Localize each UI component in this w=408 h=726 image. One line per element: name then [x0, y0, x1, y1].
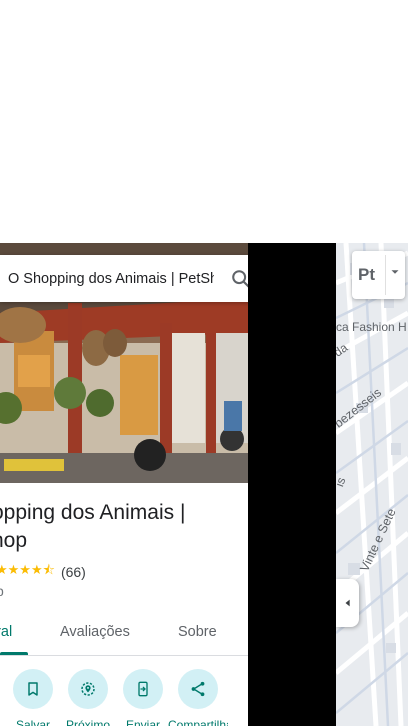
- star-rating-icon: ★★★★⯪: [0, 562, 55, 577]
- layers-label: Pt: [358, 265, 375, 284]
- place-title: opping dos Animais | hop: [0, 499, 232, 555]
- rating-row[interactable]: ★★★★⯪ (66): [0, 561, 86, 583]
- save-button[interactable]: Salvar: [3, 669, 63, 726]
- collapse-panel-button[interactable]: [336, 579, 359, 627]
- search-button[interactable]: [226, 264, 248, 294]
- save-button-circle: [13, 669, 53, 709]
- send-to-phone-button[interactable]: Enviar: [113, 669, 173, 726]
- search-icon: [232, 270, 248, 288]
- send-button-circle: [123, 669, 163, 709]
- panel-gap: [248, 243, 336, 726]
- search-box: [0, 255, 248, 302]
- nearby-button[interactable]: Próximo: [58, 669, 118, 726]
- place-tabs: eral Avaliações Sobre: [0, 619, 248, 656]
- tab-about[interactable]: Sobre: [178, 619, 217, 656]
- place-title-line-1: opping dos Animais |: [0, 501, 186, 524]
- place-panel: opping dos Animais | hop ★★★★⯪ (66) p er…: [0, 243, 248, 726]
- tab-overview-label: eral: [0, 624, 13, 640]
- nearby-icon: [81, 682, 95, 696]
- save-button-label: Salvar: [15, 718, 50, 726]
- layers-divider: [385, 255, 386, 295]
- tab-overview[interactable]: eral: [0, 619, 12, 656]
- place-title-line-2: hop: [0, 529, 28, 552]
- share-button-circle: [178, 669, 218, 709]
- chevron-down-icon[interactable]: [388, 265, 402, 279]
- share-button[interactable]: Compartilhar: [168, 669, 228, 726]
- share-button-label: Compartilhar: [168, 718, 228, 726]
- active-tab-indicator: [0, 652, 28, 655]
- send-to-phone-icon: [138, 681, 148, 697]
- tab-reviews[interactable]: Avaliações: [60, 619, 130, 656]
- review-count: (66): [60, 564, 86, 580]
- nearby-button-circle: [68, 669, 108, 709]
- map-canvas[interactable]: ca Fashion H da bezesseis is Vinte e Set…: [336, 243, 408, 726]
- maps-screen: opping dos Animais | hop ★★★★⯪ (66) p er…: [0, 0, 408, 726]
- search-input[interactable]: [8, 255, 214, 302]
- tab-reviews-label: Avaliações: [60, 624, 130, 640]
- send-button-label: Enviar: [125, 718, 160, 726]
- share-icon: [191, 681, 205, 697]
- map-label-fashion: ca Fashion H: [336, 320, 407, 334]
- nearby-button-label: Próximo: [65, 718, 110, 726]
- tab-about-label: Sobre: [178, 624, 217, 640]
- action-buttons: Salvar Próximo Enviar Compartilh: [0, 669, 248, 726]
- chevron-left-icon: [345, 599, 350, 607]
- place-category: p: [0, 583, 4, 599]
- map-layers-button[interactable]: Pt: [352, 251, 405, 299]
- bookmark-icon: [28, 682, 38, 696]
